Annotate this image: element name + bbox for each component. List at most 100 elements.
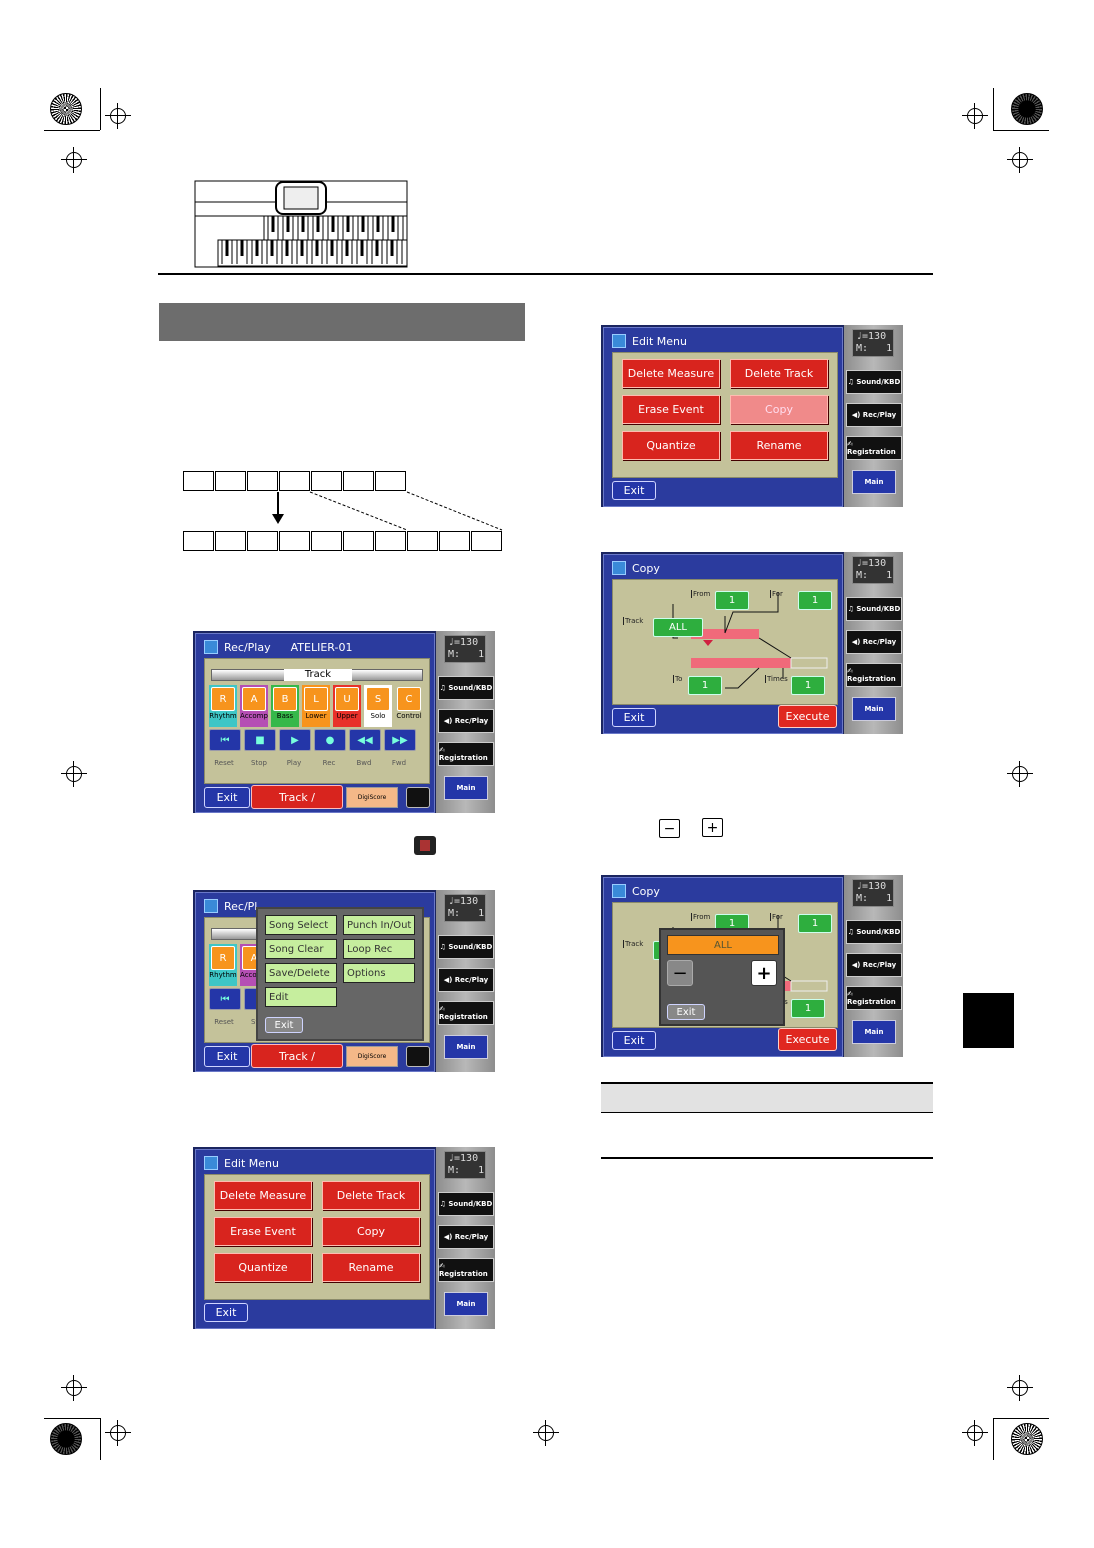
registration-button[interactable]: ✍ Registration [846, 663, 902, 687]
measure-diagram-lines [272, 491, 503, 531]
for-label: For [770, 913, 783, 921]
note-heading-bar [601, 1082, 933, 1113]
decrement-button[interactable]: − [667, 960, 693, 986]
exit-button[interactable]: Exit [204, 787, 250, 808]
track-value-button[interactable]: ALL [653, 618, 703, 637]
crop-line [993, 1418, 994, 1460]
registration-button[interactable]: ✍ Registration [846, 986, 902, 1010]
chapter-tab [963, 993, 1014, 1048]
screen-title-text: Edit Menu [632, 334, 687, 348]
main-button[interactable]: Main [852, 1020, 896, 1044]
digiscore-button[interactable]: DigiScore [346, 787, 398, 808]
sound-kbd-button[interactable]: ♫ Sound/KBD [438, 935, 494, 959]
execute-button[interactable]: Execute [778, 1028, 837, 1051]
menu-button[interactable] [406, 787, 430, 808]
for-value-button[interactable]: 1 [798, 591, 832, 610]
exit-button[interactable]: Exit [204, 1046, 250, 1067]
fwd-button[interactable]: ▶▶ [384, 729, 416, 751]
screen-title-text: Rec/Play [224, 640, 271, 654]
registration-button[interactable]: ✍ Registration [438, 1258, 494, 1282]
edit-quantize-button[interactable]: Quantize [622, 431, 720, 460]
rec-play-button[interactable]: ◀) Rec/Play [846, 630, 902, 654]
crosshair-mark-icon [1007, 147, 1033, 173]
menu-item-punch-in-out[interactable]: Punch In/Out [343, 915, 415, 935]
edit-copy-button[interactable]: Copy [322, 1217, 420, 1246]
bwd-button[interactable]: ◀◀ [349, 729, 381, 751]
reset-button[interactable]: ⏮ [209, 988, 241, 1010]
menu-item-loop-rec[interactable]: Loop Rec [343, 939, 415, 959]
track-button-upper[interactable]: UUpper [333, 685, 361, 727]
sound-kbd-button[interactable]: ♫ Sound/KBD [846, 370, 902, 394]
from-value-button[interactable]: 1 [715, 591, 749, 610]
menu-item-song-select[interactable]: Song Select [265, 915, 337, 935]
crosshair-mark-icon [61, 147, 87, 173]
edit-erase-event-button[interactable]: Erase Event [622, 395, 720, 424]
side-panel: ♩=130 M: 1 ♫ Sound/KBD ◀) Rec/Play ✍ Regist… [436, 1147, 495, 1329]
track-button-lower[interactable]: LLower [302, 685, 330, 727]
track-button-label: Track / [279, 790, 315, 804]
track-button-rhythm[interactable]: R Rhythm [209, 944, 237, 986]
execute-button[interactable]: Execute [778, 705, 837, 728]
main-button[interactable]: Main [444, 776, 488, 800]
registration-button[interactable]: ✍ Registration [438, 742, 494, 766]
popup-exit-button[interactable]: Exit [667, 1004, 705, 1020]
copy-screen: Copy From 1 For 1 Track ALL To 1 Times 1 Exit Execut… [601, 552, 903, 734]
main-button[interactable]: Main [852, 697, 896, 721]
edit-copy-button[interactable]: Copy [730, 395, 828, 424]
menu-item-save-delete[interactable]: Save/Delete [265, 963, 337, 983]
stop-button[interactable]: ■ [244, 729, 276, 751]
menu-item-song-clear[interactable]: Song Clear [265, 939, 337, 959]
edit-rename-button[interactable]: Rename [730, 431, 828, 460]
track-button-accomp[interactable]: A Accomp [240, 685, 268, 727]
times-value-button[interactable]: 1 [791, 999, 825, 1018]
edit-quantize-button[interactable]: Quantize [214, 1253, 312, 1282]
sound-kbd-button[interactable]: ♫ Sound/KBD [438, 1192, 494, 1216]
track-button[interactable]: Track / [251, 785, 343, 809]
registration-button[interactable]: ✍ Registration [438, 1001, 494, 1025]
digiscore-button[interactable]: DigiScore [346, 1046, 398, 1067]
reset-button[interactable]: ⏮ [209, 729, 241, 751]
to-value-button[interactable]: 1 [688, 676, 722, 695]
main-button[interactable]: Main [852, 470, 896, 494]
registration-target-icon [50, 1423, 82, 1455]
rec-play-button[interactable]: ◀) Rec/Play [438, 968, 494, 992]
exit-button[interactable]: Exit [612, 481, 656, 500]
exit-button[interactable]: Exit [612, 708, 656, 727]
sound-kbd-button[interactable]: ♫ Sound/KBD [846, 597, 902, 621]
edit-delete-measure-button[interactable]: Delete Measure [214, 1181, 312, 1210]
play-button[interactable]: ▶ [279, 729, 311, 751]
main-button[interactable]: Main [444, 1292, 488, 1316]
track-button-solo[interactable]: SSolo [364, 685, 392, 727]
sound-kbd-button[interactable]: ♫ Sound/KBD [438, 676, 494, 700]
menu-item-edit[interactable]: Edit [265, 987, 337, 1007]
track-button[interactable]: Track / [251, 1044, 343, 1068]
for-value-button[interactable]: 1 [798, 914, 832, 933]
popup-exit-button[interactable]: Exit [265, 1017, 303, 1033]
track-button-rhythm[interactable]: R Rhythm [209, 685, 237, 727]
edit-erase-event-button[interactable]: Erase Event [214, 1217, 312, 1246]
song-name: ATELIER-01 [290, 640, 353, 654]
rec-play-button[interactable]: ◀) Rec/Play [846, 953, 902, 977]
measure-box [279, 471, 310, 491]
exit-button[interactable]: Exit [612, 1031, 656, 1050]
side-panel: ♩=130 M: 1 ♫ Sound/KBD ◀) Rec/Play ✍ Regist… [436, 631, 495, 813]
exit-button[interactable]: Exit [204, 1303, 248, 1322]
main-button[interactable]: Main [444, 1035, 488, 1059]
rec-play-button[interactable]: ◀) Rec/Play [438, 709, 494, 733]
track-button-bass[interactable]: BBass [271, 685, 299, 727]
edit-delete-measure-button[interactable]: Delete Measure [622, 359, 720, 388]
rec-button[interactable]: ● [314, 729, 346, 751]
increment-button[interactable]: + [751, 960, 777, 986]
sound-kbd-button[interactable]: ♫ Sound/KBD [846, 920, 902, 944]
track-button-control[interactable]: CControl [395, 685, 423, 727]
edit-rename-button[interactable]: Rename [322, 1253, 420, 1282]
edit-delete-track-button[interactable]: Delete Track [730, 359, 828, 388]
rec-play-button[interactable]: ◀) Rec/Play [846, 403, 902, 427]
rec-play-button[interactable]: ◀) Rec/Play [438, 1225, 494, 1249]
menu-item-options[interactable]: Options [343, 963, 415, 983]
track-label: Control [396, 712, 422, 720]
times-value-button[interactable]: 1 [791, 676, 825, 695]
edit-delete-track-button[interactable]: Delete Track [322, 1181, 420, 1210]
registration-button[interactable]: ✍ Registration [846, 436, 902, 460]
menu-button[interactable] [406, 1046, 430, 1067]
